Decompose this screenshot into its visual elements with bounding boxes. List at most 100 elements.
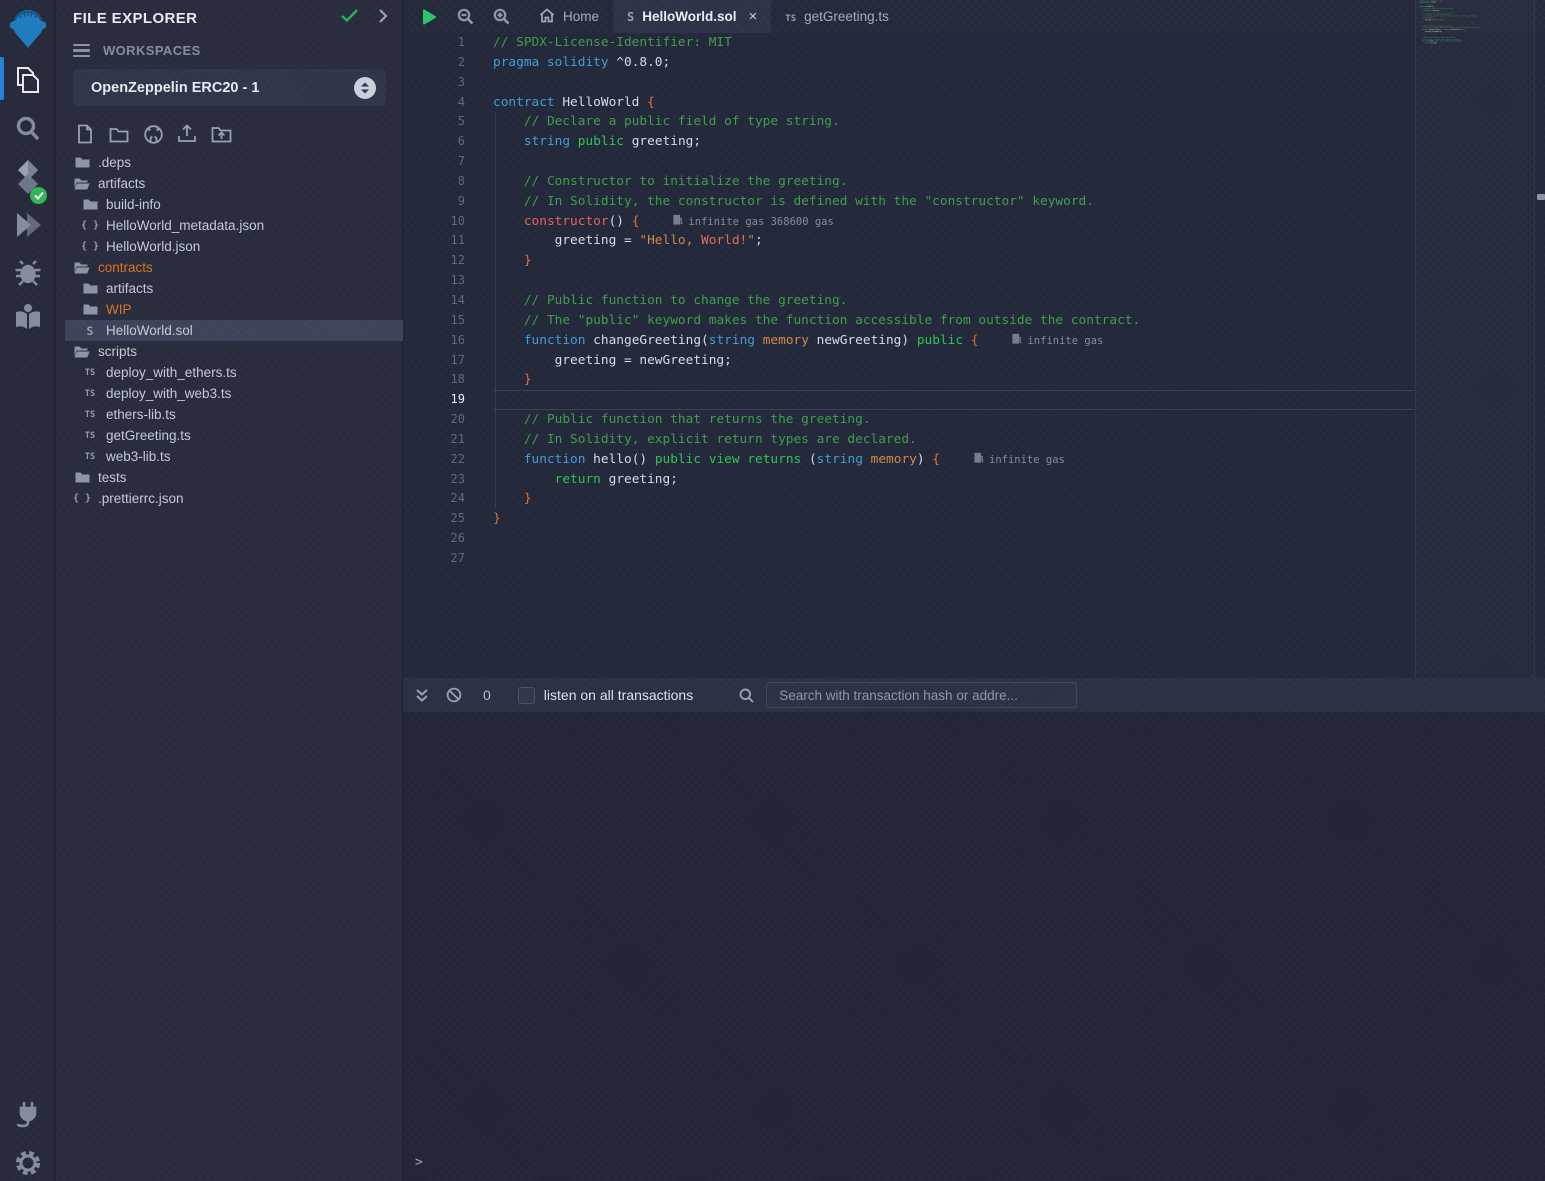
code-line[interactable]: function hello() public view returns (st… [493, 450, 1415, 470]
transaction-count: 0 [483, 687, 491, 703]
deploy-run-icon[interactable] [0, 208, 55, 242]
tab-getgreeting-ts[interactable]: TSgetGreeting.ts [771, 0, 903, 33]
tree-item-label: artifacts [98, 176, 145, 191]
tree-item--prettierrc-json[interactable]: { }.prettierrc.json [65, 488, 403, 509]
code-line[interactable]: // In Solidity, the constructor is defin… [493, 192, 1415, 212]
tab-helloworld-sol[interactable]: SHelloWorld.sol× [613, 0, 771, 33]
plugin-manager-icon[interactable] [0, 1098, 55, 1128]
tree-item-wip[interactable]: WIP [65, 299, 403, 320]
remix-ide-window: FILE EXPLORER WORKSPACES OpenZeppelin ER… [0, 0, 1545, 1181]
code-line[interactable]: greeting = "Hello, World!"; [493, 231, 1415, 251]
workspace-select[interactable]: OpenZeppelin ERC20 - 1 [73, 69, 386, 106]
tree-item-helloworld-json[interactable]: { }HelloWorld.json [65, 236, 403, 257]
file-explorer-icon[interactable] [0, 64, 55, 96]
line-number: 5 [403, 112, 465, 132]
line-number: 17 [403, 351, 465, 371]
code-editor[interactable]: 1234567891011121314151617181920212223242… [403, 33, 1415, 678]
tree-item-artifacts[interactable]: artifacts [65, 173, 403, 194]
github-clone-icon[interactable] [141, 122, 165, 146]
code-line[interactable]: constructor() {infinite gas 368600 gas [493, 212, 1415, 232]
code-line[interactable]: // The "public" keyword makes the functi… [493, 311, 1415, 331]
typescript-file-icon: TS [82, 407, 98, 422]
home-icon [539, 8, 555, 26]
editor-scrollbar[interactable] [1534, 0, 1545, 678]
new-folder-icon[interactable] [107, 122, 131, 146]
folder-open-icon [74, 176, 90, 191]
tree-item-scripts[interactable]: scripts [65, 341, 403, 362]
tree-item-getgreeting-ts[interactable]: TSgetGreeting.ts [65, 425, 403, 446]
tree-item-helloworld-metadata-json[interactable]: { }HelloWorld_metadata.json [65, 215, 403, 236]
code-line[interactable]: // In Solidity, explicit return types ar… [493, 430, 1415, 450]
clear-console-icon[interactable] [446, 687, 462, 703]
zoom-in-icon[interactable] [483, 0, 519, 33]
tree-item-helloworld-sol[interactable]: SHelloWorld.sol [65, 320, 403, 341]
settings-icon[interactable] [0, 1148, 55, 1178]
chevron-right-icon[interactable] [378, 9, 388, 28]
scrollbar-thumb[interactable] [1537, 194, 1545, 200]
line-number: 4 [403, 93, 465, 113]
close-tab-icon[interactable]: × [749, 8, 758, 25]
listen-transactions-checkbox[interactable] [518, 687, 535, 704]
new-file-icon[interactable] [73, 122, 97, 146]
editor-area: HomeSHelloWorld.sol×TSgetGreeting.ts 123… [403, 0, 1545, 678]
code-lines[interactable]: // SPDX-License-Identifier: MITpragma so… [1419, 0, 1521, 52]
upload-file-icon[interactable] [175, 122, 199, 146]
code-line[interactable] [493, 271, 1415, 291]
tree-item-web3-lib-ts[interactable]: TSweb3-lib.ts [65, 446, 403, 467]
tree-item-contracts[interactable]: contracts [65, 257, 403, 278]
transaction-search-input[interactable] [766, 682, 1077, 708]
tree-item-artifacts[interactable]: artifacts [65, 278, 403, 299]
tree-item-build-info[interactable]: build-info [65, 194, 403, 215]
terminal-output[interactable]: > [403, 712, 1545, 1181]
code-line[interactable]: } [493, 251, 1415, 271]
line-number: 20 [403, 410, 465, 430]
code-line[interactable]: greeting = newGreeting; [493, 351, 1415, 371]
minimap[interactable]: // SPDX-License-Identifier: MITpragma so… [1415, 0, 1534, 678]
code-line[interactable]: // Constructor to initialize the greetin… [493, 172, 1415, 192]
code-line[interactable]: // Public function to change the greetin… [493, 291, 1415, 311]
workspaces-menu-icon[interactable] [73, 44, 90, 58]
code-line[interactable]: return greeting; [493, 470, 1415, 490]
remix-logo[interactable] [0, 6, 55, 52]
code-line[interactable]: } [493, 509, 1415, 529]
zoom-out-icon[interactable] [447, 0, 483, 33]
search-icon[interactable] [0, 114, 55, 144]
code-line[interactable]: function changeGreeting(string memory ne… [493, 331, 1415, 351]
unit-testing-icon[interactable] [0, 301, 55, 333]
tree-item-deploy-with-web3-ts[interactable]: TSdeploy_with_web3.ts [65, 383, 403, 404]
expand-terminal-icon[interactable] [415, 688, 429, 703]
run-script-button[interactable] [411, 0, 447, 33]
tree-item-ethers-lib-ts[interactable]: TSethers-lib.ts [65, 404, 403, 425]
upload-folder-icon[interactable] [209, 122, 233, 146]
folder-icon [74, 470, 90, 485]
code-line[interactable]: pragma solidity ^0.8.0; [493, 53, 1415, 73]
code-line[interactable] [493, 390, 1415, 410]
code-lines[interactable]: // SPDX-License-Identifier: MITpragma so… [493, 33, 1415, 569]
tree-item-tests[interactable]: tests [65, 467, 403, 488]
code-line[interactable]: // SPDX-License-Identifier: MIT [493, 33, 1415, 53]
tree-item-deploy-with-ethers-ts[interactable]: TSdeploy_with_ethers.ts [65, 362, 403, 383]
fuel-pump-icon [673, 213, 683, 233]
typescript-file-icon: TS [82, 428, 98, 443]
workspaces-label: WORKSPACES [103, 43, 201, 58]
code-line[interactable] [493, 529, 1415, 549]
code-line[interactable]: } [493, 370, 1415, 390]
tree-item--deps[interactable]: .deps [65, 152, 403, 173]
check-icon[interactable] [341, 9, 358, 27]
solidity-compiler-icon[interactable] [0, 158, 55, 198]
code-line[interactable] [493, 549, 1415, 569]
code-line[interactable] [493, 152, 1415, 172]
gas-estimate-annotation: infinite gas [974, 451, 1065, 471]
debugger-icon[interactable] [0, 257, 55, 287]
line-number: 15 [403, 311, 465, 331]
code-line[interactable] [493, 73, 1415, 93]
tab-home[interactable]: Home [525, 0, 613, 33]
code-line[interactable]: string public greeting; [493, 132, 1415, 152]
code-line[interactable]: // Public function that returns the gree… [493, 410, 1415, 430]
workspace-updown-icon[interactable] [354, 77, 376, 99]
code-line[interactable]: // Declare a public field of type string… [493, 112, 1415, 132]
code-line[interactable]: } [493, 489, 1415, 509]
code-line[interactable]: contract HelloWorld { [493, 93, 1415, 113]
tree-item-label: web3-lib.ts [106, 449, 171, 464]
solidity-file-icon: S [82, 323, 98, 338]
